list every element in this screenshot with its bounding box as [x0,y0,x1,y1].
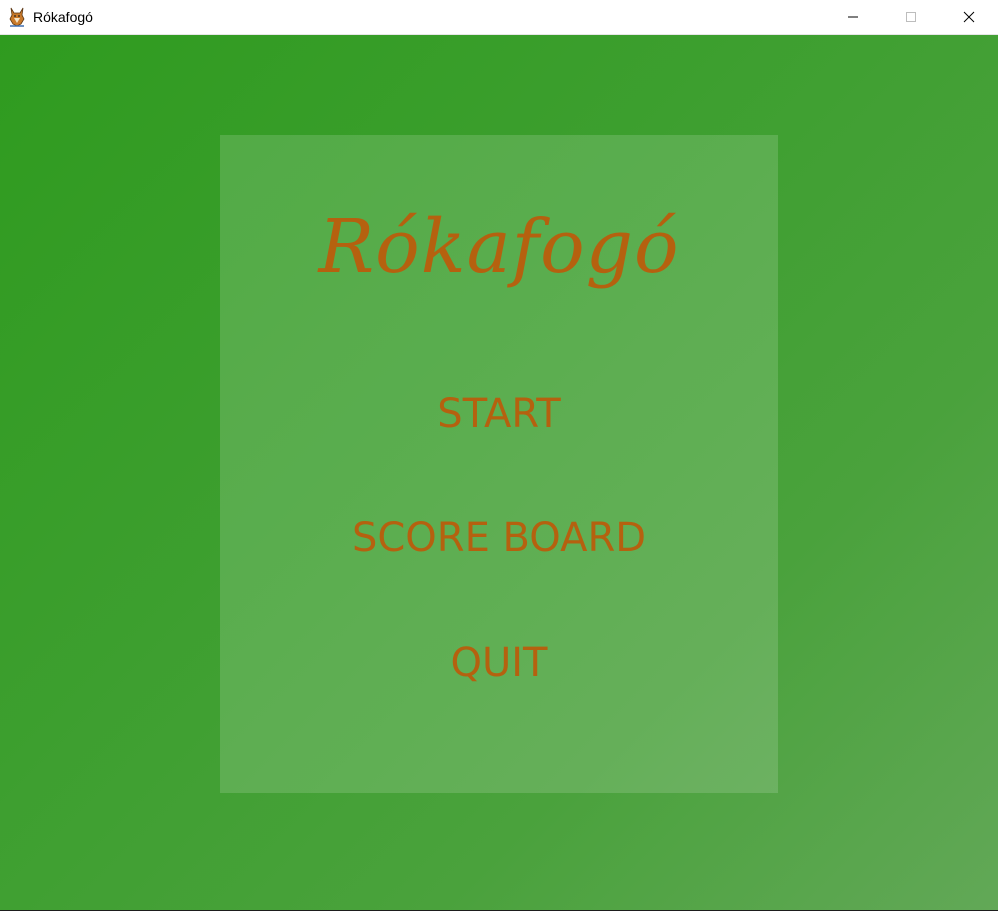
minimize-button[interactable] [824,0,882,34]
maximize-button[interactable] [882,0,940,34]
close-button[interactable] [940,0,998,34]
close-icon [963,8,975,27]
quit-button[interactable]: QUIT [220,635,778,691]
fox-icon [8,7,26,27]
minimize-icon [847,8,859,27]
score-board-button[interactable]: SCORE BOARD [220,510,778,566]
window-title: Rókafogó [33,9,93,25]
main-menu-panel: Rókafogó START SCORE BOARD QUIT [220,135,778,793]
game-title: Rókafogó [318,204,680,290]
title-bar[interactable]: Rókafogó [0,0,998,35]
game-background: Rókafogó START SCORE BOARD QUIT [0,35,998,911]
start-button[interactable]: START [220,386,778,442]
maximize-icon [905,8,917,27]
app-window: Rókafogó Rókafogó START SCORE BOARD QUIT [0,0,998,911]
